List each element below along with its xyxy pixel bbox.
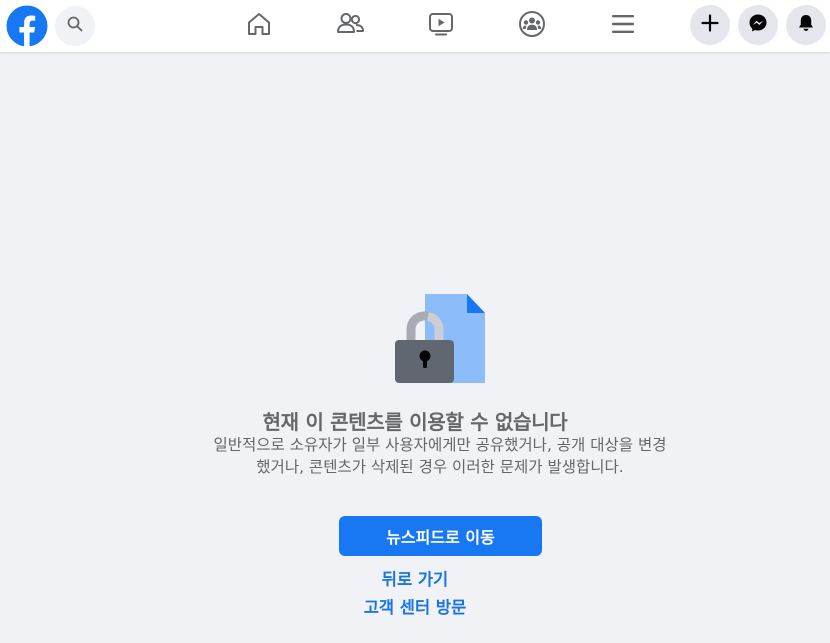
bell-icon bbox=[796, 13, 816, 37]
top-navigation-bar bbox=[0, 0, 830, 52]
home-icon bbox=[245, 10, 273, 42]
create-button[interactable] bbox=[690, 5, 730, 45]
nav-friends[interactable] bbox=[332, 8, 368, 44]
nav-home[interactable] bbox=[241, 8, 277, 44]
messenger-icon bbox=[748, 13, 768, 37]
search-button[interactable] bbox=[55, 6, 95, 46]
plus-icon bbox=[700, 13, 720, 37]
facebook-logo-icon[interactable] bbox=[6, 5, 48, 47]
help-center-link[interactable]: 고객 센터 방문 bbox=[0, 594, 830, 618]
nav-groups[interactable] bbox=[514, 8, 550, 44]
messenger-button[interactable] bbox=[738, 5, 778, 45]
watch-video-icon bbox=[427, 10, 455, 42]
groups-icon bbox=[518, 10, 546, 42]
locked-content-icon bbox=[392, 294, 488, 386]
nav-watch[interactable] bbox=[423, 8, 459, 44]
hamburger-menu-icon bbox=[609, 10, 637, 42]
page-title: 현재 이 콘텐츠를 이용할 수 없습니다 bbox=[262, 410, 568, 434]
friends-icon bbox=[335, 10, 365, 42]
notifications-button[interactable] bbox=[786, 5, 826, 45]
error-description: 일반적으로 소유자가 일부 사용자에게만 공유했거나, 공개 대상을 변경했거나… bbox=[213, 436, 667, 476]
go-back-link[interactable]: 뒤로 가기 bbox=[0, 566, 830, 590]
search-icon bbox=[67, 16, 83, 36]
nav-menu[interactable] bbox=[605, 8, 641, 44]
go-to-news-feed-button[interactable]: 뉴스피드로 이동 bbox=[339, 516, 542, 556]
